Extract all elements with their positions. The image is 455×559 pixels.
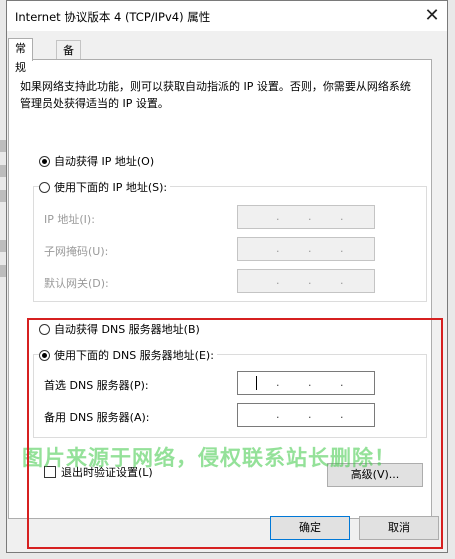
ip-address-field[interactable]: . . . <box>237 205 375 229</box>
alternate-dns-label: 备用 DNS 服务器(A): <box>44 411 150 424</box>
validate-on-exit-checkbox[interactable] <box>44 466 56 478</box>
tab-alternate-config[interactable]: 备用配置 <box>56 40 81 114</box>
title-bar: Internet 协议版本 4 (TCP/IPv4) 属性 ✕ <box>7 1 447 31</box>
ip-dot: . <box>276 408 280 421</box>
subnet-mask-label: 子网掩码(U): <box>44 245 109 258</box>
advanced-button[interactable]: 高级(V)... <box>327 463 423 487</box>
window-title: Internet 协议版本 4 (TCP/IPv4) 属性 <box>15 10 211 24</box>
ip-dot: . <box>276 242 280 255</box>
dns-auto-radio[interactable] <box>39 323 50 335</box>
ip-dot: . <box>340 274 344 287</box>
default-gateway-field[interactable]: . . . <box>237 269 375 293</box>
ip-dot: . <box>308 210 312 223</box>
ip-dot: . <box>308 408 312 421</box>
preferred-dns-field[interactable]: . . . <box>237 371 375 395</box>
ip-dot: . <box>276 210 280 223</box>
text-caret <box>256 376 257 390</box>
validate-on-exit-label: 退出时验证设置(L) <box>61 466 153 479</box>
preferred-dns-label: 首选 DNS 服务器(P): <box>44 379 149 392</box>
ip-dot: . <box>340 210 344 223</box>
validate-on-exit-option[interactable]: 退出时验证设置(L) <box>44 464 153 480</box>
dns-manual-option[interactable]: 使用下面的 DNS 服务器地址(E): <box>39 347 217 363</box>
close-icon[interactable]: ✕ <box>421 5 443 27</box>
description-text: 如果网络支持此功能，则可以获取自动指派的 IP 设置。否则，你需要从网络系统管理… <box>20 80 411 110</box>
ip-dot: . <box>276 376 280 389</box>
dns-manual-radio[interactable] <box>39 349 50 361</box>
ok-button[interactable]: 确定 <box>270 516 350 540</box>
ip-dot: . <box>340 242 344 255</box>
ip-auto-radio[interactable] <box>39 155 50 167</box>
cancel-button[interactable]: 取消 <box>359 516 439 540</box>
default-gateway-label: 默认网关(D): <box>44 277 109 290</box>
dns-manual-label: 使用下面的 DNS 服务器地址(E): <box>54 349 214 362</box>
subnet-mask-field[interactable]: . . . <box>237 237 375 261</box>
ip-auto-label: 自动获得 IP 地址(O) <box>54 155 155 168</box>
dns-auto-option[interactable]: 自动获得 DNS 服务器地址(B) <box>39 321 200 337</box>
ip-manual-option[interactable]: 使用下面的 IP 地址(S): <box>39 179 171 195</box>
ip-manual-radio[interactable] <box>39 181 50 193</box>
ip-address-label: IP 地址(I): <box>44 213 95 226</box>
tab-general[interactable]: 常规 <box>8 38 33 74</box>
ip-dot: . <box>308 242 312 255</box>
ip-auto-option[interactable]: 自动获得 IP 地址(O) <box>39 153 154 169</box>
ip-manual-label: 使用下面的 IP 地址(S): <box>54 181 168 194</box>
ip-dot: . <box>276 274 280 287</box>
alternate-dns-field[interactable]: . . . <box>237 403 375 427</box>
ip-dot: . <box>340 376 344 389</box>
ip-dot: . <box>340 408 344 421</box>
dns-auto-label: 自动获得 DNS 服务器地址(B) <box>54 323 200 336</box>
ip-dot: . <box>308 274 312 287</box>
ip-dot: . <box>308 376 312 389</box>
